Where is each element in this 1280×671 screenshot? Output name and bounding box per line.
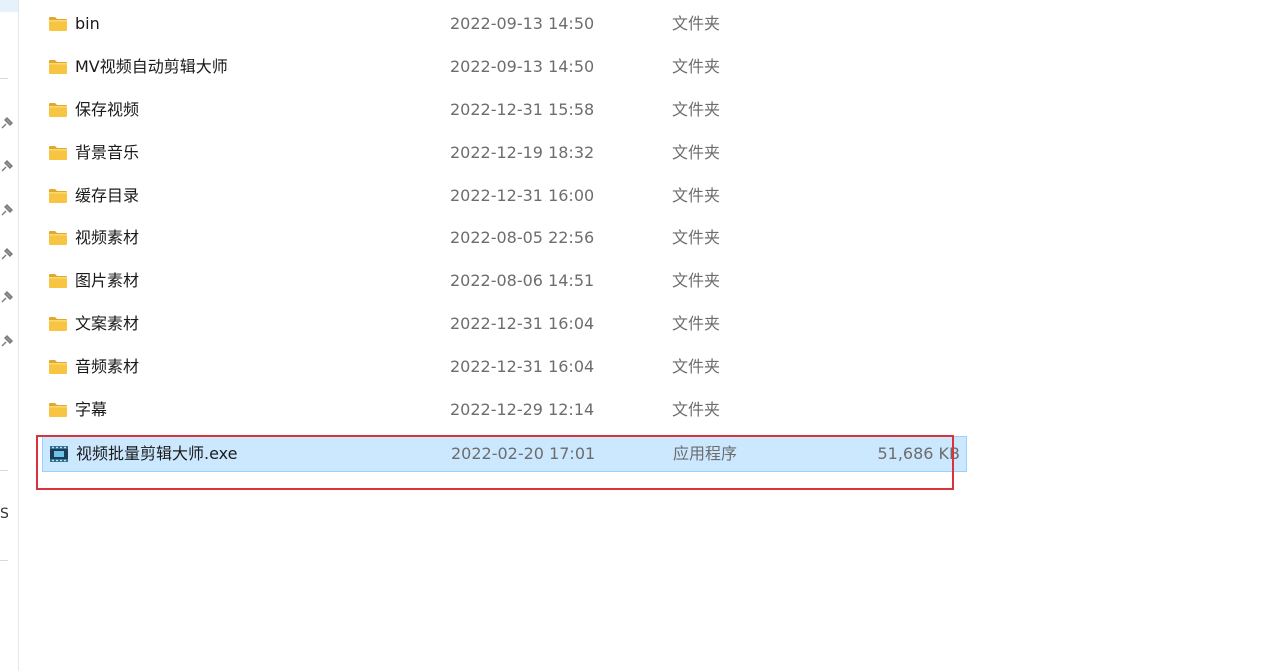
pin-icon[interactable] (0, 203, 14, 217)
file-row[interactable]: 音频素材 2022-12-31 16:04 文件夹 (42, 346, 967, 389)
file-modified-date: 2022-09-13 14:50 (450, 56, 595, 76)
file-modified-date: 2022-12-31 16:00 (450, 185, 595, 205)
pin-icon[interactable] (0, 116, 14, 130)
file-type: 文件夹 (672, 400, 721, 420)
file-type: 文件夹 (672, 99, 721, 119)
file-type: 文件夹 (672, 271, 721, 291)
file-name: MV视频自动剪辑大师 (75, 56, 228, 76)
folder-icon (48, 402, 68, 418)
file-type: 文件夹 (672, 56, 721, 76)
file-name: 背景音乐 (75, 142, 140, 162)
file-row[interactable]: 字幕 2022-12-29 12:14 文件夹 (42, 389, 967, 432)
navigation-pane: S (0, 0, 19, 671)
file-modified-date: 2022-09-13 14:50 (450, 14, 595, 33)
folder-icon (48, 188, 68, 204)
file-modified-date: 2022-12-31 16:04 (450, 314, 595, 334)
application-icon (49, 445, 69, 462)
nav-item-label-cropped[interactable]: S (0, 506, 8, 522)
file-name: bin (75, 14, 100, 33)
file-explorer-window: S bin 2022-09-13 14:50 文件夹 MV视频自动剪辑大师 20… (0, 0, 1280, 671)
file-modified-date: 2022-08-06 14:51 (450, 271, 595, 291)
file-name: 视频批量剪辑大师.exe (76, 443, 238, 463)
nav-separator (0, 560, 8, 561)
file-modified-date: 2022-12-31 16:04 (450, 357, 595, 377)
folder-icon (48, 145, 68, 161)
file-modified-date: 2022-12-31 15:58 (450, 99, 595, 119)
nav-selected-item[interactable] (0, 0, 18, 12)
file-row[interactable]: MV视频自动剪辑大师 2022-09-13 14:50 文件夹 (42, 46, 967, 89)
file-name: 音频素材 (75, 357, 140, 377)
file-type: 文件夹 (672, 142, 721, 162)
file-row[interactable]: 文案素材 2022-12-31 16:04 文件夹 (42, 303, 967, 346)
file-row[interactable]: 缓存目录 2022-12-31 16:00 文件夹 (42, 175, 967, 218)
folder-icon (48, 102, 68, 118)
file-name: 保存视频 (75, 99, 140, 119)
file-name: 视频素材 (75, 228, 140, 248)
file-row[interactable]: 图片素材 2022-08-06 14:51 文件夹 (42, 260, 967, 303)
file-type: 文件夹 (672, 228, 721, 248)
file-row[interactable]: 背景音乐 2022-12-19 18:32 文件夹 (42, 132, 967, 175)
file-row[interactable]: 保存视频 2022-12-31 15:58 文件夹 (42, 89, 967, 132)
folder-icon (48, 359, 68, 375)
folder-icon (48, 16, 68, 32)
folder-icon (48, 59, 68, 75)
file-size: 51,686 KB (877, 443, 960, 463)
pin-icon[interactable] (0, 247, 14, 261)
file-name: 缓存目录 (75, 185, 140, 205)
file-row[interactable]: 视频批量剪辑大师.exe 2022-02-20 17:01 应用程序 51,68… (42, 435, 967, 472)
folder-icon (48, 316, 68, 332)
file-modified-date: 2022-12-29 12:14 (450, 400, 595, 420)
file-type: 应用程序 (673, 443, 738, 463)
file-type: 文件夹 (672, 357, 721, 377)
file-type: 文件夹 (672, 185, 721, 205)
pin-icon[interactable] (0, 334, 14, 348)
file-modified-date: 2022-12-19 18:32 (450, 142, 595, 162)
file-modified-date: 2022-02-20 17:01 (451, 443, 596, 463)
folder-icon (48, 230, 68, 246)
file-name: 文案素材 (75, 314, 140, 334)
file-type: 文件夹 (672, 314, 721, 334)
nav-separator (0, 470, 8, 471)
nav-separator (0, 78, 8, 79)
file-name: 字幕 (75, 400, 108, 420)
pin-icon[interactable] (0, 159, 14, 173)
folder-icon (48, 273, 68, 289)
file-list: bin 2022-09-13 14:50 文件夹 MV视频自动剪辑大师 2022… (42, 3, 972, 472)
file-type: 文件夹 (672, 14, 721, 33)
file-row[interactable]: 视频素材 2022-08-05 22:56 文件夹 (42, 217, 967, 260)
pin-icon[interactable] (0, 290, 14, 304)
file-row[interactable]: bin 2022-09-13 14:50 文件夹 (42, 3, 967, 46)
file-modified-date: 2022-08-05 22:56 (450, 228, 595, 248)
file-name: 图片素材 (75, 271, 140, 291)
